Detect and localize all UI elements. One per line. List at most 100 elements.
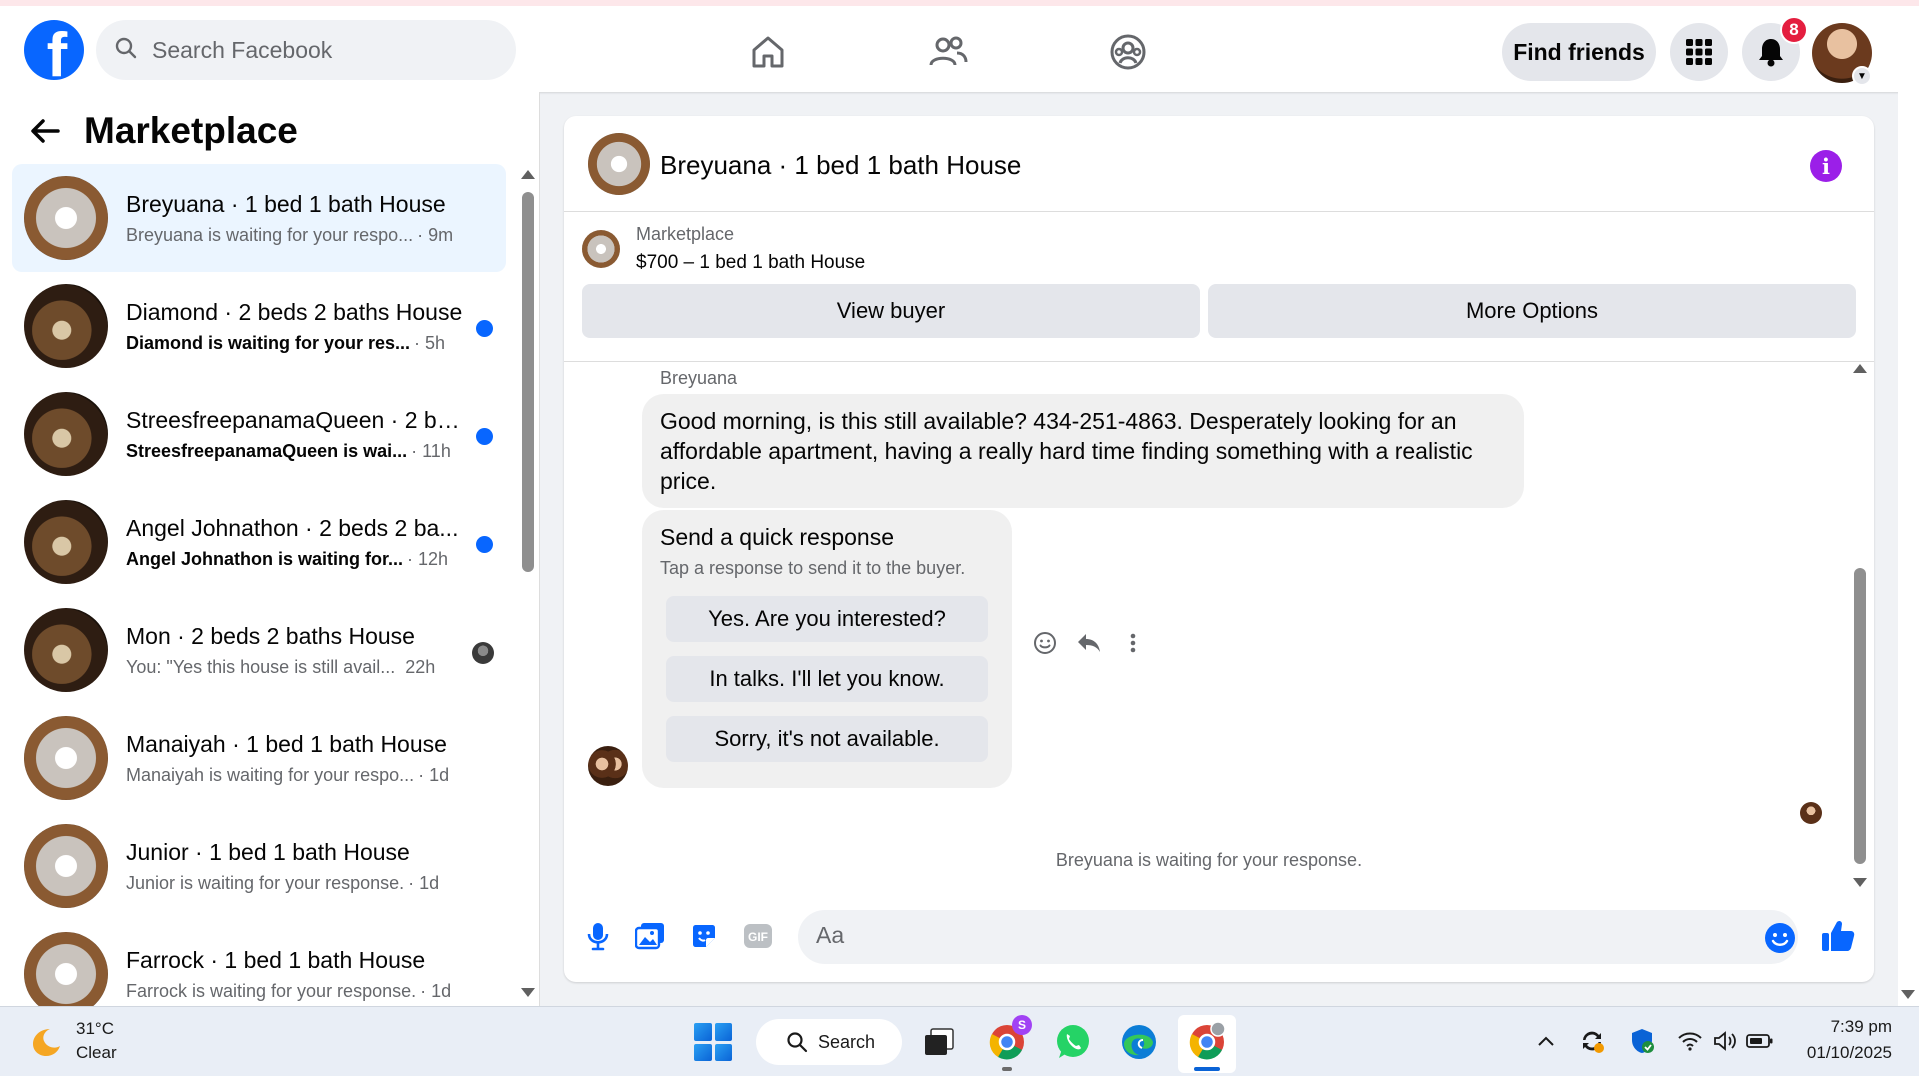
- conversation-name: StreesfreepanamaQueen · 2 be...: [126, 406, 466, 433]
- scroll-down-arrow[interactable]: [521, 988, 535, 997]
- reply-icon[interactable]: [1076, 630, 1102, 656]
- gif-icon[interactable]: GIF: [742, 920, 774, 952]
- photo-icon[interactable]: [634, 920, 666, 952]
- quick-response-not-available[interactable]: Sorry, it's not available.: [666, 716, 988, 762]
- info-icon[interactable]: i: [1810, 150, 1842, 182]
- conversation-time: · 12h: [407, 548, 449, 569]
- conversation-name: Junior · 1 bed 1 bath House: [126, 838, 410, 865]
- thumbs-up-icon[interactable]: [1820, 918, 1858, 956]
- listing-thumbnail: [24, 392, 108, 476]
- unread-dot: [476, 320, 493, 337]
- conversation-snippet: Breyuana is waiting for your respo...: [126, 224, 414, 245]
- whatsapp-icon[interactable]: [1052, 1021, 1094, 1063]
- conversation-item[interactable]: Diamond · 2 beds 2 baths House Diamond i…: [12, 272, 506, 380]
- facebook-logo[interactable]: f: [24, 20, 84, 80]
- moon-icon[interactable]: [28, 1025, 62, 1059]
- sidebar-scrollbar[interactable]: [522, 192, 534, 572]
- message-input[interactable]: [816, 922, 1716, 949]
- conversation-item[interactable]: Mon · 2 beds 2 baths House You: "Yes thi…: [12, 596, 506, 704]
- conversation-time: 22h: [405, 656, 436, 677]
- react-emoji-icon[interactable]: [1032, 630, 1058, 656]
- scroll-up-arrow[interactable]: [1853, 364, 1867, 373]
- buyer-avatar[interactable]: [588, 746, 628, 786]
- listing-thumbnail: [24, 716, 108, 800]
- chevron-down-icon[interactable]: ▼: [1852, 66, 1872, 86]
- app-running-indicator: [1002, 1067, 1012, 1071]
- conversation-snippet: You: "Yes this house is still avail...: [126, 656, 396, 677]
- conversation-sidebar: Marketplace Breyuana · 1 bed 1 bath Hous…: [0, 92, 540, 1006]
- conversation-item[interactable]: StreesfreepanamaQueen · 2 be... Streesfr…: [12, 380, 506, 488]
- chat-scrollbar[interactable]: [1854, 568, 1866, 864]
- listing-thumbnail: [24, 932, 108, 1006]
- task-view-icon[interactable]: [918, 1021, 960, 1063]
- home-icon[interactable]: [744, 28, 792, 76]
- svg-text:GIF: GIF: [748, 930, 768, 944]
- chevron-up-icon[interactable]: [1532, 1027, 1560, 1055]
- more-vertical-icon[interactable]: [1120, 630, 1146, 656]
- sticker-icon[interactable]: [688, 920, 720, 952]
- page-scrollbar[interactable]: [1898, 92, 1919, 1006]
- chat-panel: Breyuana · 1 bed 1 bath House i Marketpl…: [564, 116, 1874, 982]
- conversation-snippet: Angel Johnathon is waiting for...: [126, 548, 404, 569]
- wifi-icon[interactable]: [1676, 1027, 1704, 1055]
- clock-time[interactable]: 7:39 pm: [1750, 1017, 1892, 1037]
- conversation-item[interactable]: Farrock · 1 bed 1 bath House Farrock is …: [12, 920, 506, 1006]
- conversation-item[interactable]: Junior · 1 bed 1 bath House Junior is wa…: [12, 812, 506, 920]
- chrome-icon[interactable]: [1186, 1021, 1228, 1063]
- scroll-down-arrow[interactable]: [1901, 990, 1915, 999]
- conversation-snippet: Farrock is waiting for your response.: [126, 980, 417, 1001]
- taskbar-search[interactable]: Search: [756, 1019, 902, 1065]
- sync-icon[interactable]: [1578, 1027, 1606, 1055]
- microphone-icon[interactable]: [582, 920, 614, 952]
- listing-summary: Marketplace $700 – 1 bed 1 bath House Vi…: [564, 212, 1874, 362]
- message-actions: [1032, 630, 1146, 656]
- clock-date[interactable]: 01/10/2025: [1750, 1043, 1892, 1063]
- groups-icon[interactable]: [1104, 28, 1152, 76]
- chat-avatar[interactable]: [588, 133, 650, 195]
- conversation-item[interactable]: Breyuana · 1 bed 1 bath House Breyuana i…: [12, 164, 506, 272]
- weather-condition[interactable]: Clear: [76, 1043, 117, 1063]
- chat-title[interactable]: Breyuana · 1 bed 1 bath House: [660, 150, 1021, 181]
- volume-icon[interactable]: [1712, 1027, 1740, 1055]
- message-bubble[interactable]: Good morning, is this still available? 4…: [642, 394, 1524, 508]
- listing-thumbnail: [24, 176, 108, 260]
- listing-title[interactable]: $700 – 1 bed 1 bath House: [636, 252, 865, 274]
- message-composer[interactable]: [798, 910, 1798, 964]
- find-friends-button[interactable]: Find friends: [1502, 23, 1656, 81]
- search-bar[interactable]: [96, 20, 516, 80]
- conversation-snippet: Diamond is waiting for your res...: [126, 332, 411, 353]
- conversation-time: · 5h: [414, 332, 446, 353]
- conversation-snippet: Junior is waiting for your response.: [126, 872, 405, 893]
- chrome-profile-icon[interactable]: S: [986, 1015, 1032, 1063]
- view-buyer-button[interactable]: View buyer: [582, 284, 1200, 338]
- conversation-name: Farrock · 1 bed 1 bath House: [126, 946, 426, 973]
- conversation-name: Angel Johnathon · 2 beds 2 ba...: [126, 514, 459, 541]
- notification-badge: 8: [1780, 16, 1808, 44]
- conversation-item[interactable]: Manaiyah · 1 bed 1 bath House Manaiyah i…: [12, 704, 506, 812]
- edge-icon[interactable]: [1118, 1021, 1160, 1063]
- friends-icon[interactable]: [924, 28, 972, 76]
- scroll-up-arrow[interactable]: [521, 170, 535, 179]
- emoji-icon[interactable]: [1764, 922, 1796, 954]
- conversation-snippet: Manaiyah is waiting for your respo...: [126, 764, 415, 785]
- menu-grid-icon[interactable]: [1670, 23, 1728, 81]
- more-options-button[interactable]: More Options: [1208, 284, 1856, 338]
- back-arrow-icon[interactable]: [30, 114, 60, 153]
- conversation-time: · 11h: [411, 440, 451, 461]
- scroll-down-arrow[interactable]: [1853, 878, 1867, 887]
- search-icon: [114, 36, 138, 65]
- chat-header: Breyuana · 1 bed 1 bath House i: [564, 116, 1874, 212]
- listing-thumbnail: [24, 500, 108, 584]
- search-input[interactable]: [152, 36, 492, 64]
- unread-dot: [476, 428, 493, 445]
- listing-thumbnail: [24, 284, 108, 368]
- security-shield-icon[interactable]: [1628, 1027, 1656, 1055]
- weather-temperature[interactable]: 31°C: [76, 1019, 114, 1039]
- conversation-name: Mon · 2 beds 2 baths House: [126, 622, 415, 649]
- quick-response-yes[interactable]: Yes. Are you interested?: [666, 596, 988, 642]
- listing-source: Marketplace: [636, 224, 735, 244]
- listing-thumbnail: [24, 608, 108, 692]
- windows-start-icon[interactable]: [694, 1023, 732, 1061]
- conversation-item[interactable]: Angel Johnathon · 2 beds 2 ba... Angel J…: [12, 488, 506, 596]
- quick-response-in-talks[interactable]: In talks. I'll let you know.: [666, 656, 988, 702]
